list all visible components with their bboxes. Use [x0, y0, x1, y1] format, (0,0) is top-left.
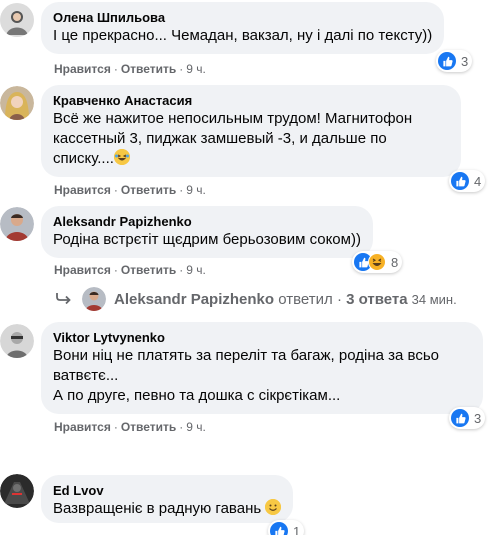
like-button[interactable]: Нравится — [54, 420, 111, 434]
comment-actions: Нравится · Ответить · 9 ч. — [54, 62, 206, 76]
reaction-count: 3 — [474, 410, 482, 426]
comment-bubble: Viktor Lytvynenko Вони ніц не платять за… — [41, 322, 483, 414]
like-icon — [451, 172, 469, 190]
reply-button[interactable]: Ответить — [121, 183, 176, 197]
comment-author[interactable]: Кравченко Анастасия — [53, 92, 449, 109]
reaction-summary[interactable]: 3 — [449, 407, 486, 429]
avatar[interactable] — [0, 3, 34, 37]
reaction-summary[interactable]: 3 — [436, 50, 473, 72]
like-icon — [438, 52, 456, 70]
like-icon — [270, 522, 288, 535]
reply-time: 34 мин. — [411, 291, 457, 307]
reaction-count: 4 — [474, 173, 482, 189]
comment-text-line: А по друге, певно та дошка с сікрєтікам.… — [53, 387, 341, 404]
laughing-emoji-icon — [113, 149, 130, 165]
view-replies-link[interactable]: Aleksandr Papizhenko ответил · 3 ответа 3… — [56, 287, 457, 311]
avatar[interactable] — [0, 207, 34, 241]
comment-author[interactable]: Ed Lvov — [53, 482, 281, 499]
like-button[interactable]: Нравится — [54, 62, 111, 76]
comment-author[interactable]: Aleksandr Papizhenko — [53, 213, 361, 230]
comment-time[interactable]: 9 ч. — [186, 62, 206, 76]
reaction-count: 8 — [391, 254, 399, 270]
avatar[interactable] — [0, 474, 34, 508]
comment-author[interactable]: Viktor Lytvynenko — [53, 329, 471, 346]
reply-button[interactable]: Ответить — [121, 420, 176, 434]
like-button[interactable]: Нравится — [54, 183, 111, 197]
comment-time[interactable]: 9 ч. — [186, 420, 206, 434]
comment-text: Вазвращеніє в радную гавань — [53, 499, 282, 519]
comment-bubble: Олена Шпильова І це прекрасно... Чемадан… — [41, 2, 445, 54]
comment-author[interactable]: Олена Шпильова — [53, 9, 432, 26]
comment-bubble: Aleksandr Papizhenko Родіна встрєтіт щєд… — [41, 206, 373, 258]
like-button[interactable]: Нравится — [54, 263, 111, 277]
haha-icon — [368, 253, 386, 271]
avatar[interactable] — [0, 86, 34, 120]
comment-text: Родіна встрєтіт щєдрим берьозовим соком)… — [53, 231, 361, 248]
comment-text: І це прекрасно... Чемадан, вакзал, ну і … — [53, 27, 433, 44]
reply-author-name: Aleksandr Papizhenko — [114, 290, 275, 308]
comment-time[interactable]: 9 ч. — [186, 183, 206, 197]
reply-button[interactable]: Ответить — [121, 62, 176, 76]
reply-button[interactable]: Ответить — [121, 263, 176, 277]
comment-bubble: Кравченко Анастасия Всё же нажитое непос… — [41, 85, 461, 177]
like-icon — [451, 409, 469, 427]
reaction-count: 1 — [293, 523, 301, 535]
comment-text-line: Всё же нажитое непосильным трудом! Магни… — [53, 110, 413, 127]
reply-author-avatar — [82, 287, 106, 311]
comment-time[interactable]: 9 ч. — [186, 263, 206, 277]
smile-emoji-icon — [265, 499, 282, 515]
reaction-summary[interactable]: 1 — [268, 520, 305, 535]
reaction-summary[interactable]: 4 — [449, 170, 486, 192]
comment-actions: Нравится · Ответить · 9 ч. — [54, 263, 206, 277]
reaction-count: 3 — [461, 53, 469, 69]
comment-actions: Нравится · Ответить · 9 ч. — [54, 183, 206, 197]
avatar[interactable] — [0, 324, 34, 358]
comment-text-line: списку.... — [53, 149, 449, 169]
reaction-summary[interactable]: 8 — [352, 251, 403, 273]
reply-label: ответил — [278, 290, 333, 308]
comment-text-line: ватвєтє... — [53, 367, 119, 384]
reply-count: 3 ответа — [346, 290, 408, 308]
comment-bubble: Ed Lvov Вазвращеніє в радную гавань — [41, 475, 294, 523]
reply-arrow-icon — [56, 291, 72, 308]
comment-text-line: кассетный 3, пиджак замшевый -3, и дальш… — [53, 130, 387, 147]
comment-text-line: Вони ніц не платять за переліт та багаж,… — [53, 347, 439, 364]
comment-actions: Нравится · Ответить · 9 ч. — [54, 420, 206, 434]
